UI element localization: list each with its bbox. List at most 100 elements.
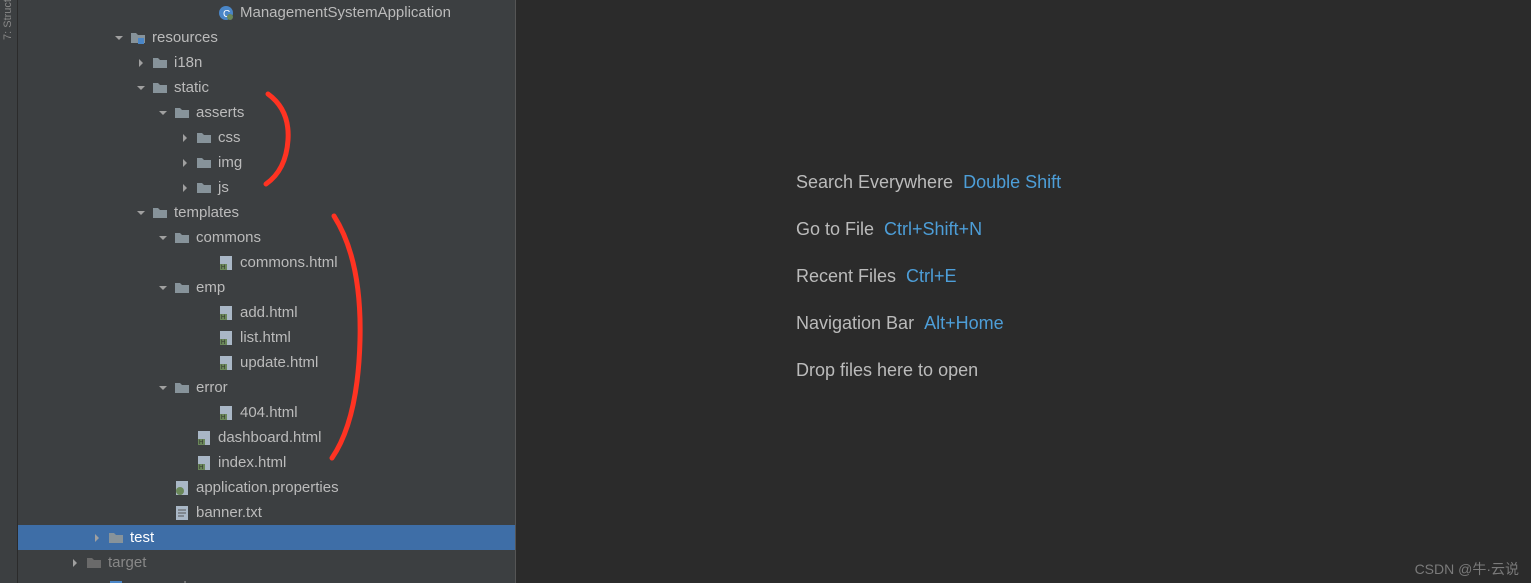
chevron-right-icon[interactable]	[90, 531, 104, 545]
tree-label: pom.xml	[130, 579, 187, 583]
chevron-down-icon[interactable]	[112, 31, 126, 45]
chevron-down-icon[interactable]	[134, 206, 148, 220]
arrow-spacer	[156, 481, 170, 495]
chevron-down-icon[interactable]	[156, 106, 170, 120]
editor-hints: Search EverywhereDouble Shift Go to File C…	[796, 172, 1061, 381]
tree-label: error	[196, 379, 228, 396]
html-icon: H	[218, 405, 234, 421]
folder-icon	[152, 55, 168, 71]
chevron-down-icon[interactable]	[134, 81, 148, 95]
hint-row: Recent FilesCtrl+E	[796, 266, 1061, 287]
arrow-spacer	[178, 456, 192, 470]
hint-row: Navigation Bar Alt+Home	[796, 313, 1061, 334]
tree-label: index.html	[218, 454, 286, 471]
tree-label: update.html	[240, 354, 318, 371]
html-icon: H	[218, 355, 234, 371]
html-icon: H	[218, 305, 234, 321]
tree-row-target[interactable]: target	[18, 550, 515, 575]
svg-text:H: H	[221, 265, 225, 271]
arrow-spacer	[156, 506, 170, 520]
html-icon: H	[218, 330, 234, 346]
chevron-right-icon[interactable]	[178, 131, 192, 145]
svg-text:H: H	[221, 315, 225, 321]
editor-empty-area[interactable]: Search EverywhereDouble Shift Go to File C…	[516, 0, 1531, 583]
tree-label: resources	[152, 29, 218, 46]
chevron-down-icon[interactable]	[156, 281, 170, 295]
tree-label: css	[218, 129, 241, 146]
html-icon: H	[218, 255, 234, 271]
tree-label: commons.html	[240, 254, 338, 271]
arrow-spacer	[200, 306, 214, 320]
chevron-right-icon[interactable]	[178, 156, 192, 170]
tree-row-css[interactable]: css	[18, 125, 515, 150]
folder-icon	[108, 530, 124, 546]
folder-icon	[174, 230, 190, 246]
tree-label: 404.html	[240, 404, 298, 421]
chevron-right-icon[interactable]	[68, 556, 82, 570]
hint-text: Navigation Bar	[796, 313, 914, 333]
tree-row-js[interactable]: js	[18, 175, 515, 200]
tree-row-img[interactable]: img	[18, 150, 515, 175]
project-tree[interactable]: CManagementSystemApplication resources i18…	[18, 0, 515, 583]
watermark-text: CSDN @牛·云说	[1415, 559, 1519, 579]
tree-label: img	[218, 154, 242, 171]
tree-row-add-html[interactable]: Hadd.html	[18, 300, 515, 325]
folder-icon	[152, 80, 168, 96]
tree-label: static	[174, 79, 209, 96]
tree-row-commons[interactable]: commons	[18, 225, 515, 250]
tree-row-resources[interactable]: resources	[18, 25, 515, 50]
chevron-down-icon[interactable]	[156, 381, 170, 395]
tree-label: emp	[196, 279, 225, 296]
tree-row-update-html[interactable]: Hupdate.html	[18, 350, 515, 375]
arrow-spacer	[200, 356, 214, 370]
tree-label: templates	[174, 204, 239, 221]
tree-row-pom-xml[interactable]: mpom.xml	[18, 575, 515, 583]
tool-window-bar[interactable]: 7: Structure	[0, 0, 18, 583]
chevron-right-icon[interactable]	[178, 181, 192, 195]
hint-shortcut: Alt+Home	[924, 313, 1004, 333]
tree-label: banner.txt	[196, 504, 262, 521]
txt-icon	[174, 505, 190, 521]
folder-icon	[152, 205, 168, 221]
arrow-spacer	[200, 256, 214, 270]
tree-label: list.html	[240, 329, 291, 346]
tree-row-error[interactable]: error	[18, 375, 515, 400]
tree-label: js	[218, 179, 229, 196]
chevron-right-icon[interactable]	[134, 56, 148, 70]
tree-row-dashboard-html[interactable]: Hdashboard.html	[18, 425, 515, 450]
tree-label: application.properties	[196, 479, 339, 496]
folder-dim-icon	[86, 555, 102, 571]
tree-row-banner-txt[interactable]: banner.txt	[18, 500, 515, 525]
tree-row-i18n[interactable]: i18n	[18, 50, 515, 75]
hint-text: Go to File	[796, 219, 874, 239]
svg-text:H: H	[221, 365, 225, 371]
folder-icon	[196, 130, 212, 146]
arrow-spacer	[200, 6, 214, 20]
arrow-spacer	[200, 406, 214, 420]
tree-row-404-html[interactable]: H 404.html	[18, 400, 515, 425]
tree-row-emp[interactable]: emp	[18, 275, 515, 300]
tree-row-application-properties[interactable]: application.properties	[18, 475, 515, 500]
hint-shortcut: Ctrl+E	[906, 266, 957, 286]
tree-row-templates[interactable]: templates	[18, 200, 515, 225]
tree-row-index-html[interactable]: Hindex.html	[18, 450, 515, 475]
tree-row-asserts[interactable]: asserts	[18, 100, 515, 125]
class-icon: C	[218, 5, 234, 21]
html-icon: H	[196, 430, 212, 446]
tree-row-managementsystemapplication[interactable]: CManagementSystemApplication	[18, 0, 515, 25]
chevron-down-icon[interactable]	[156, 231, 170, 245]
hint-row: Search EverywhereDouble Shift	[796, 172, 1061, 193]
structure-tool-label[interactable]: 7: Structure	[2, 0, 14, 40]
svg-text:H: H	[221, 415, 225, 421]
folder-icon	[174, 380, 190, 396]
tree-row-list-html[interactable]: Hlist.html	[18, 325, 515, 350]
tree-row-test[interactable]: test	[18, 525, 515, 550]
tree-row-commons-html[interactable]: Hcommons.html	[18, 250, 515, 275]
hint-row: Drop files here to open	[796, 360, 1061, 381]
tree-label: asserts	[196, 104, 244, 121]
svg-text:H: H	[199, 465, 203, 471]
tree-label: commons	[196, 229, 261, 246]
hint-text: Drop files here to open	[796, 360, 978, 380]
tree-row-static[interactable]: static	[18, 75, 515, 100]
tree-label: i18n	[174, 54, 202, 71]
